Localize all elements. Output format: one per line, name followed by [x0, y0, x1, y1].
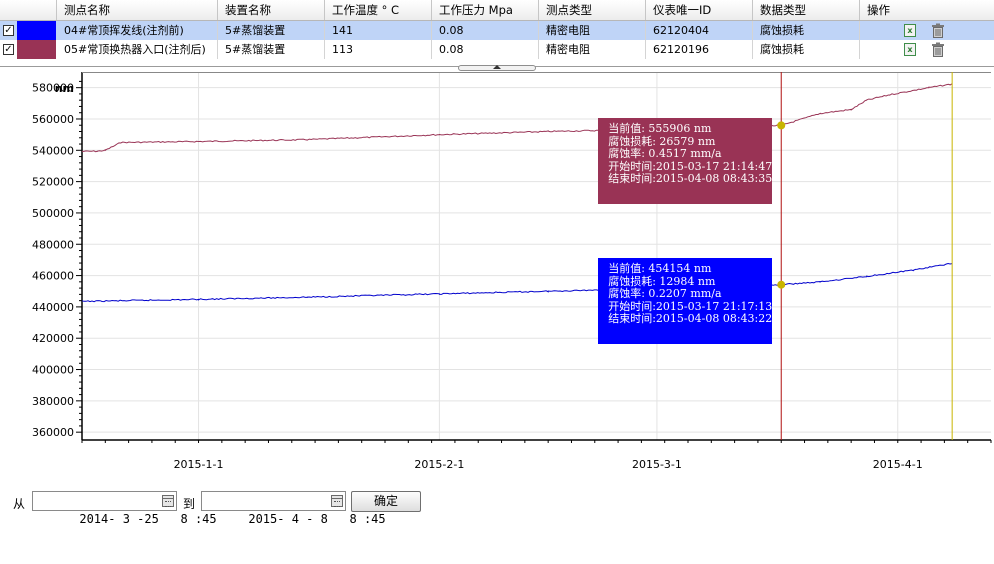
cursor-marker — [777, 121, 786, 130]
end-datetime-input[interactable]: 2015- 4 - 8 8 :45 — [201, 491, 386, 526]
cell-point-name: 04#常顶挥发线(注剂前) — [57, 21, 218, 40]
chart-canvas[interactable]: 360000 380000 400000 420000 440000 460000 4800… — [4, 72, 992, 484]
measurement-point-table: 测点名称 装置名称 工作温度 ° C 工作压力 Mpa 测点类型 仪表唯一ID … — [0, 0, 994, 67]
calendar-icon[interactable] — [331, 495, 343, 507]
table-header: 测点名称 装置名称 工作温度 ° C 工作压力 Mpa 测点类型 仪表唯一ID … — [0, 0, 994, 21]
tooltip-current-value: 当前值: 454154 nm — [608, 262, 712, 275]
cell-actions: x — [860, 40, 994, 59]
corrosion-monitor-window: 测点名称 装置名称 工作温度 ° C 工作压力 Mpa 测点类型 仪表唯一ID … — [0, 0, 994, 526]
calendar-icon[interactable] — [162, 495, 174, 507]
table-row[interactable]: ✓ 04#常顶挥发线(注剂前) 5#蒸馏装置 141 0.08 精密电阻 621… — [0, 21, 994, 40]
tooltip-current-value: 当前值: 555906 nm — [608, 122, 712, 135]
date-range-bar: 从 2014- 3 -25 8 :45 到 2015- 4 - 8 8 :45 … — [0, 488, 994, 526]
cell-meter-id: 62120196 — [646, 40, 753, 59]
header-actions: 操作 — [867, 3, 890, 17]
header-point-type[interactable]: 测点类型 — [539, 0, 646, 20]
tooltip-end-time: 结束时间:2015-04-08 08:43:22 — [608, 312, 773, 326]
cell-point-type: 精密电阻 — [539, 21, 646, 40]
x-tick-label: 2015-4-1 — [873, 458, 923, 471]
row-checkbox[interactable]: ✓ — [3, 25, 14, 36]
series-color-swatch — [17, 40, 56, 59]
cursor-marker — [777, 280, 786, 289]
start-datetime-value: 2014- 3 -25 8 :45 — [79, 512, 217, 526]
x-tick-label: 2015-3-1 — [632, 458, 682, 471]
tooltip-series-04: 当前值: 454154 nm 腐蚀损耗: 12984 nm 腐蚀率: 0.220… — [598, 258, 772, 344]
confirm-button[interactable]: 确定 — [351, 491, 421, 512]
y-tick-label: 380000 — [32, 395, 74, 408]
cell-point-name: 05#常顶换热器入口(注剂后) — [57, 40, 218, 59]
end-datetime-value: 2015- 4 - 8 8 :45 — [248, 512, 386, 526]
cell-work-pressure: 0.08 — [432, 40, 539, 59]
header-meter-id[interactable]: 仪表唯一ID — [646, 0, 753, 20]
header-work-pressure[interactable]: 工作压力 Mpa — [432, 0, 539, 20]
cell-data-type: 腐蚀损耗 — [753, 21, 860, 40]
cell-work-temperature: 113 — [325, 40, 432, 59]
tooltip-series-05: 当前值: 555906 nm 腐蚀损耗: 26579 nm 腐蚀率: 0.451… — [598, 118, 772, 204]
x-tick-label: 2015-2-1 — [414, 458, 464, 471]
y-tick-label: 400000 — [32, 364, 74, 377]
y-tick-label: 360000 — [32, 426, 74, 439]
y-tick-label: 440000 — [32, 301, 74, 314]
header-device-name[interactable]: 装置名称 — [218, 0, 325, 20]
series-color-swatch — [17, 21, 56, 40]
header-work-temperature[interactable]: 工作温度 ° C — [325, 0, 432, 20]
cell-point-type: 精密电阻 — [539, 40, 646, 59]
y-tick-label: 540000 — [32, 144, 74, 157]
excel-export-icon[interactable]: x — [904, 24, 916, 37]
y-tick-label: 460000 — [32, 270, 74, 283]
header-point-name[interactable]: 测点名称 — [57, 0, 218, 20]
cell-device-name: 5#蒸馏装置 — [218, 21, 325, 40]
tooltip-end-time: 结束时间:2015-04-08 08:43:35 — [608, 172, 773, 186]
cell-actions: x — [860, 21, 994, 40]
x-tick-label: 2015-1-1 — [174, 458, 224, 471]
header-color-column — [0, 0, 57, 20]
y-tick-label: 560000 — [32, 113, 74, 126]
cell-data-type: 腐蚀损耗 — [753, 40, 860, 59]
table-row[interactable]: ✓ 05#常顶换热器入口(注剂后) 5#蒸馏装置 113 0.08 精密电阻 6… — [0, 40, 994, 59]
header-data-type[interactable]: 数据类型 — [753, 0, 860, 20]
y-axis-unit-label: nm — [55, 82, 74, 95]
cell-work-pressure: 0.08 — [432, 21, 539, 40]
start-datetime-input[interactable]: 2014- 3 -25 8 :45 — [32, 491, 217, 526]
tooltip-corrosion-rate: 腐蚀率: 0.2207 mm/a — [608, 287, 722, 301]
from-label: 从 — [13, 497, 26, 511]
plot-area — [82, 72, 991, 440]
cell-device-name: 5#蒸馏装置 — [218, 40, 325, 59]
y-tick-label: 480000 — [32, 238, 74, 251]
tooltip-corrosion-rate: 腐蚀率: 0.4517 mm/a — [608, 147, 722, 161]
collapse-arrow-icon[interactable] — [493, 65, 501, 69]
trash-icon[interactable] — [931, 23, 945, 38]
cell-work-temperature: 141 — [325, 21, 432, 40]
to-label: 到 — [183, 497, 196, 511]
cell-meter-id: 62120404 — [646, 21, 753, 40]
corrosion-chart: 360000 380000 400000 420000 440000 460000 4800… — [4, 72, 992, 484]
y-tick-label: 500000 — [32, 207, 74, 220]
excel-export-icon[interactable]: x — [904, 43, 916, 56]
y-tick-label: 420000 — [32, 332, 74, 345]
trash-icon[interactable] — [931, 42, 945, 57]
row-checkbox[interactable]: ✓ — [3, 44, 14, 55]
y-tick-label: 520000 — [32, 176, 74, 189]
